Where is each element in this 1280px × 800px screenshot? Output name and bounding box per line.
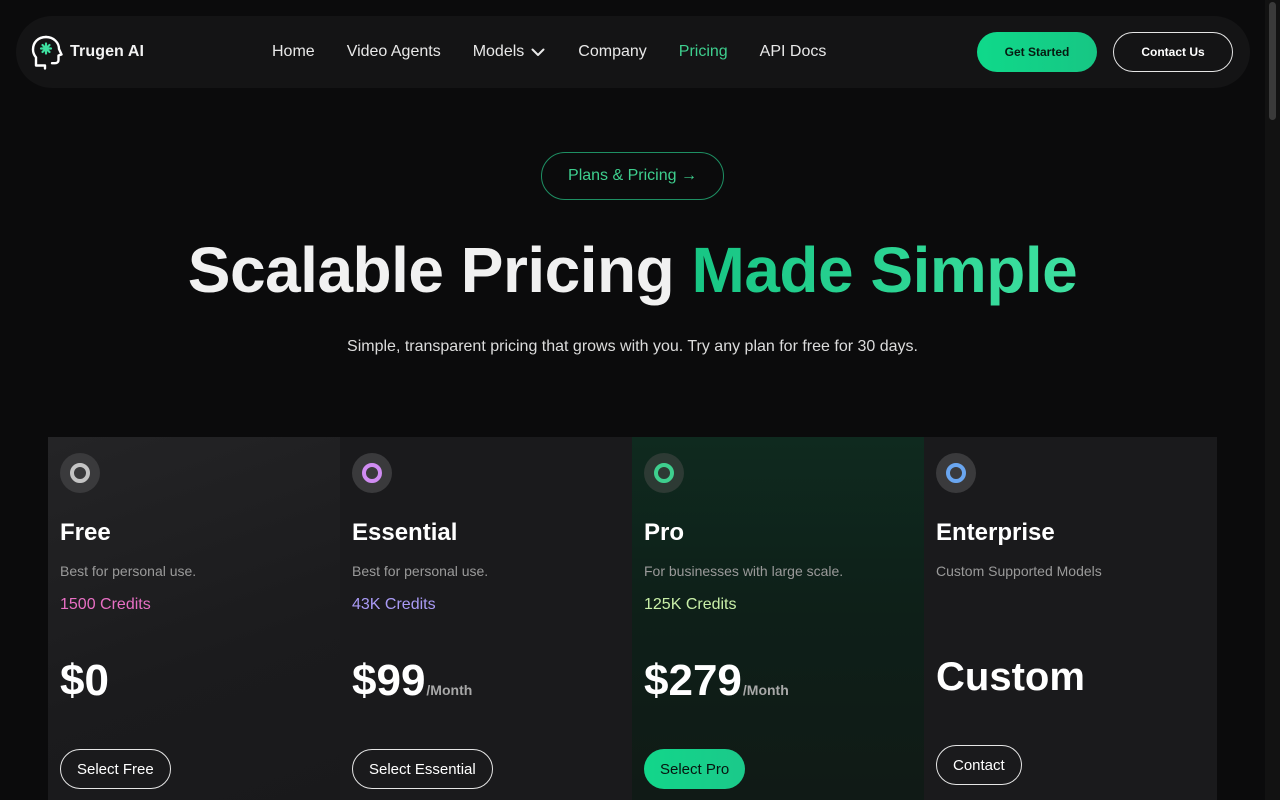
hero-title: Scalable Pricing Made Simple <box>0 232 1265 308</box>
plan-name: Enterprise <box>936 519 1055 546</box>
page-scrollbar[interactable] <box>1265 0 1280 800</box>
plan-credits: 1500 Credits <box>60 596 151 613</box>
ring-icon <box>946 463 966 483</box>
brain-head-icon <box>31 35 63 70</box>
plan-price: $279 /Month <box>644 655 789 707</box>
plan-credits: 43K Credits <box>352 596 436 613</box>
contact-us-button[interactable]: Contact Us <box>1113 32 1233 72</box>
hero-title-white: Scalable Pricing <box>187 234 692 306</box>
nav-models-label: Models <box>472 43 525 60</box>
price-custom: Custom <box>936 655 1085 699</box>
price-amount: $279 <box>644 656 742 705</box>
plan-card-free: Free Best for personal use. 1500 Credits… <box>48 437 340 800</box>
price-amount: $99 <box>352 656 426 705</box>
plan-badge-free <box>60 453 100 493</box>
brand-logo[interactable]: Trugen AI <box>30 34 144 70</box>
pricing-cards: Free Best for personal use. 1500 Credits… <box>48 437 1217 800</box>
ring-icon <box>362 463 382 483</box>
hero-subtitle: Simple, transparent pricing that grows w… <box>347 338 918 355</box>
contact-enterprise-button[interactable]: Contact <box>936 745 1022 785</box>
plan-card-enterprise: Enterprise Custom Supported Models Custo… <box>924 437 1217 800</box>
plan-price: $99 /Month <box>352 655 472 707</box>
plan-name: Pro <box>644 519 685 546</box>
get-started-button[interactable]: Get Started <box>977 32 1097 72</box>
price-amount: $0 <box>60 656 109 705</box>
plans-pricing-pill[interactable]: Plans & Pricing → <box>541 152 724 200</box>
plan-price: $0 <box>60 655 109 707</box>
scrollbar-thumb[interactable] <box>1269 2 1276 120</box>
plan-card-essential: Essential Best for personal use. 43K Cre… <box>340 437 632 800</box>
nav-models[interactable]: Models <box>473 43 547 61</box>
chevron-down-icon <box>531 48 545 56</box>
price-period: /Month <box>426 682 473 698</box>
plan-badge-essential <box>352 453 392 493</box>
top-navigation: Trugen AI Home Video Agents Models Compa… <box>16 16 1250 88</box>
plan-credits: 125K Credits <box>644 596 737 613</box>
brand-name: Trugen AI <box>70 43 145 60</box>
nav-pricing[interactable]: Pricing <box>679 43 728 61</box>
hero-title-green: Made Simple <box>691 234 1078 306</box>
plan-badge-enterprise <box>936 453 976 493</box>
plan-description: Best for personal use. <box>352 563 489 579</box>
price-period: /Month <box>742 682 789 698</box>
plan-card-pro: Pro For businesses with large scale. 125… <box>632 437 924 800</box>
select-essential-button[interactable]: Select Essential <box>352 749 493 789</box>
ring-icon <box>70 463 90 483</box>
nav-api-docs[interactable]: API Docs <box>760 43 827 61</box>
pricing-page: Trugen AI Home Video Agents Models Compa… <box>0 0 1280 800</box>
plan-name: Essential <box>352 519 458 546</box>
nav-company[interactable]: Company <box>578 43 646 61</box>
nav-links: Home Video Agents Models Company Pricing… <box>272 16 858 88</box>
nav-home[interactable]: Home <box>272 43 315 61</box>
select-pro-button[interactable]: Select Pro <box>644 749 746 789</box>
plan-description: Best for personal use. <box>60 563 197 579</box>
ring-icon <box>654 463 674 483</box>
plan-name: Free <box>60 519 111 546</box>
plan-description: Custom Supported Models <box>936 563 1102 579</box>
nav-video-agents[interactable]: Video Agents <box>347 43 441 61</box>
plan-badge-pro <box>644 453 684 493</box>
plan-description: For businesses with large scale. <box>644 563 844 579</box>
select-free-button[interactable]: Select Free <box>60 749 171 789</box>
